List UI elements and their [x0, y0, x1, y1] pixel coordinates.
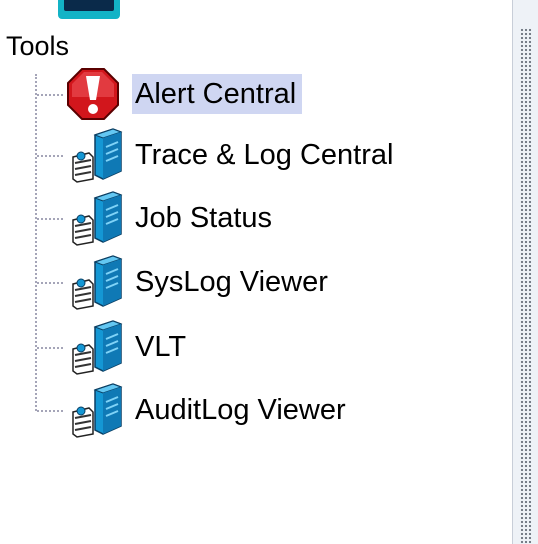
tree-item-label: AuditLog Viewer — [135, 394, 346, 426]
tree-item-auditlog-viewer[interactable]: AuditLog Viewer — [54, 382, 352, 438]
tree-item-vlt[interactable]: VLT — [54, 319, 192, 375]
tree-item-job-status[interactable]: Job Status — [54, 190, 278, 246]
alert-icon — [54, 66, 132, 122]
tree-item-alert-central[interactable]: Alert Central — [54, 66, 303, 122]
splitter-bar[interactable] — [512, 0, 538, 544]
tree-item-label: Alert Central — [132, 74, 303, 114]
tree-item-label: SysLog Viewer — [135, 266, 328, 298]
tree-connector-vertical — [35, 74, 37, 411]
server-icon — [54, 382, 132, 438]
splitter-grip[interactable] — [520, 28, 532, 544]
tree-group-label-tools[interactable]: Tools — [6, 28, 69, 64]
tree-item-label: Trace & Log Central — [135, 139, 394, 171]
tree-item-label: Job Status — [135, 202, 273, 234]
tree-item-trace-log-central[interactable]: Trace & Log Central — [54, 127, 399, 183]
tree-item-syslog-viewer[interactable]: SysLog Viewer — [54, 254, 334, 310]
tools-tree: Tools Alert Central Trace & Log Central … — [0, 0, 512, 544]
monitor-icon[interactable] — [58, 0, 120, 19]
server-icon — [54, 127, 132, 183]
server-icon — [54, 254, 132, 310]
server-icon — [54, 190, 132, 246]
tree-item-label: VLT — [135, 331, 187, 363]
server-icon — [54, 319, 132, 375]
